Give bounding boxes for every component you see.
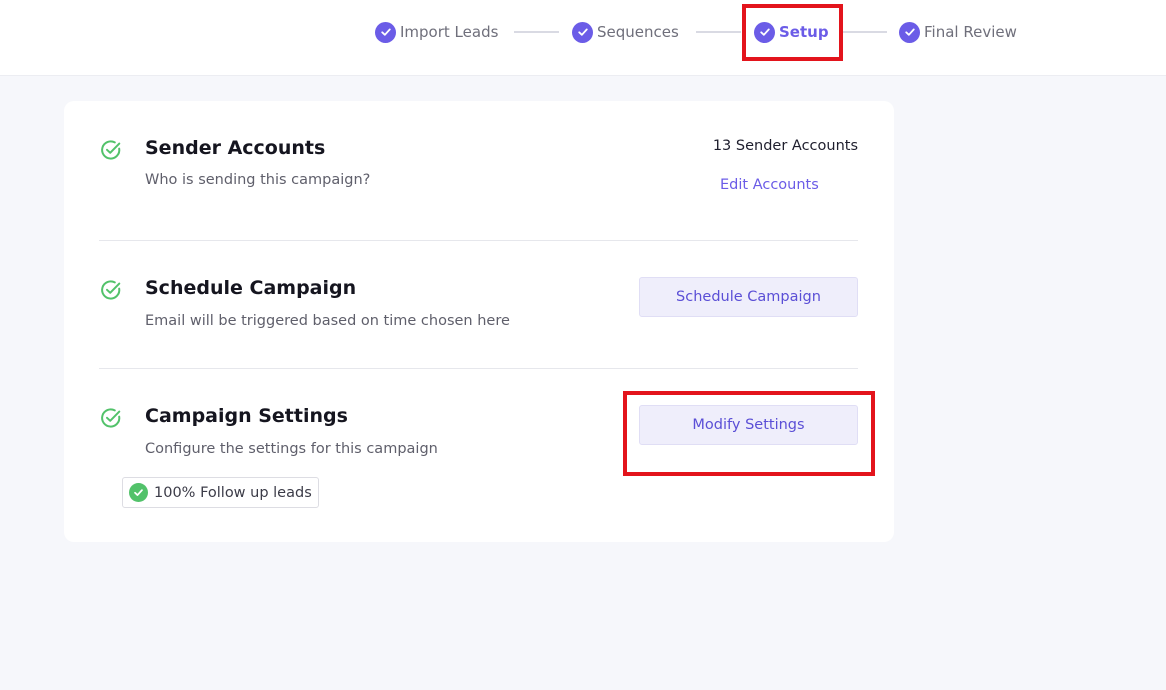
step-final-review[interactable]: Final Review xyxy=(899,21,1017,43)
section-divider xyxy=(99,368,858,369)
step-connector xyxy=(843,31,887,33)
section-divider xyxy=(99,240,858,241)
check-circle-outline-icon xyxy=(101,408,121,428)
highlight-box-modify-settings xyxy=(623,391,875,476)
highlight-box-setup xyxy=(742,4,843,61)
sender-accounts-count: 13 Sender Accounts xyxy=(712,138,858,154)
check-circle-filled-icon xyxy=(129,483,148,502)
step-label: Import Leads xyxy=(400,23,499,41)
step-import-leads[interactable]: Import Leads xyxy=(375,21,498,43)
check-circle-outline-icon xyxy=(101,280,121,300)
stepper-bar: Import Leads Sequences Setup Final Revie… xyxy=(0,0,1166,76)
sender-accounts-description: Who is sending this campaign? xyxy=(145,172,371,188)
follow-up-leads-tag: 100% Follow up leads xyxy=(122,477,319,508)
check-circle-icon xyxy=(375,21,396,43)
follow-up-leads-label: 100% Follow up leads xyxy=(154,484,312,501)
check-circle-outline-icon xyxy=(101,140,121,160)
campaign-settings-description: Configure the settings for this campaign xyxy=(145,441,438,457)
check-circle-icon xyxy=(572,21,593,43)
campaign-settings-title: Campaign Settings xyxy=(145,405,348,427)
step-connector xyxy=(514,31,559,33)
schedule-campaign-description: Email will be triggered based on time ch… xyxy=(145,313,510,329)
step-label: Final Review xyxy=(924,23,1017,41)
schedule-campaign-button[interactable]: Schedule Campaign xyxy=(639,277,858,317)
schedule-campaign-title: Schedule Campaign xyxy=(145,277,357,299)
edit-accounts-link[interactable]: Edit Accounts xyxy=(720,177,819,193)
step-connector xyxy=(696,31,741,33)
step-sequences[interactable]: Sequences xyxy=(572,21,679,43)
sender-accounts-title: Sender Accounts xyxy=(145,137,326,159)
check-circle-icon xyxy=(899,21,920,43)
step-label: Sequences xyxy=(597,23,679,41)
